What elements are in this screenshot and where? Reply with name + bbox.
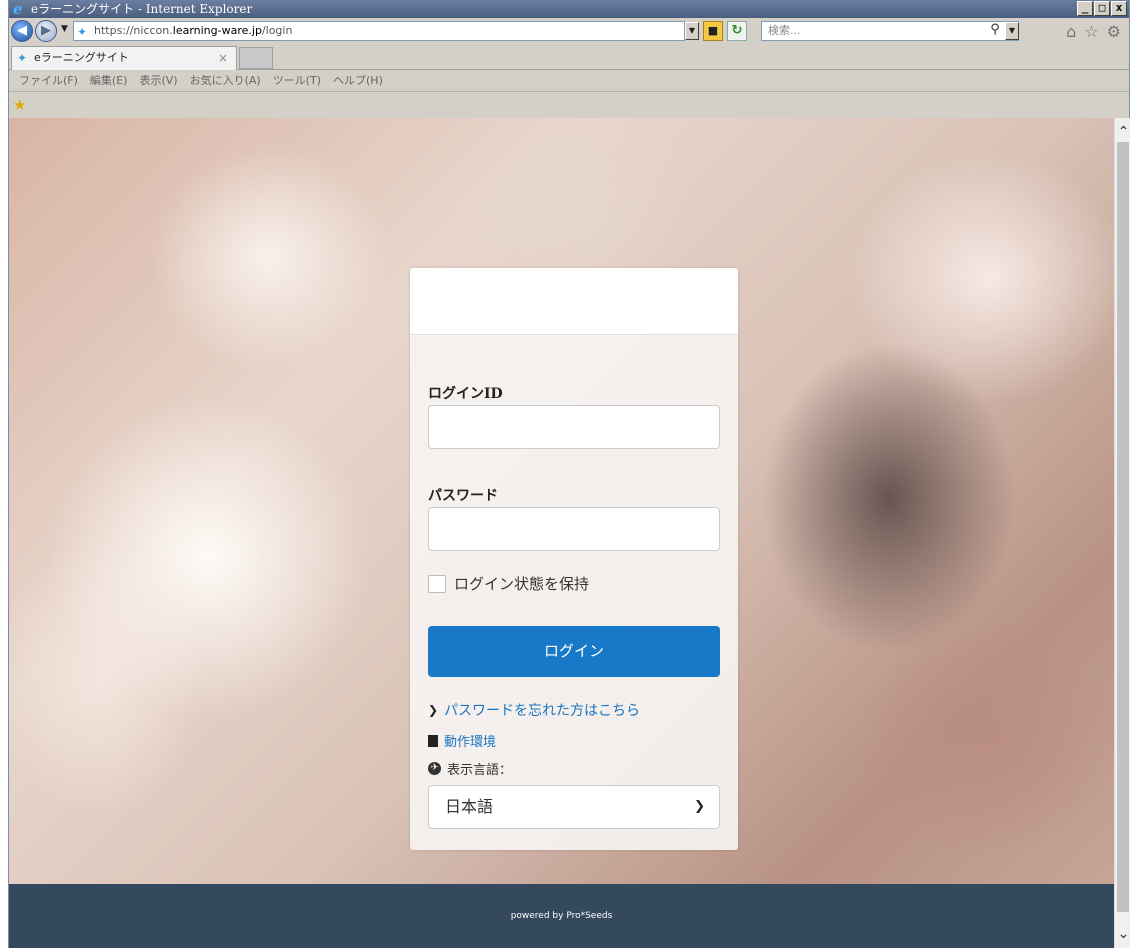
window-title: eラーニングサイト - Internet Explorer [31, 2, 253, 16]
page-content: ログインID パスワード ログイン状態を保持 ログイン ❯ パスワードを忘れた方… [9, 118, 1114, 948]
footer: powered by Pro*Seeds [9, 884, 1114, 948]
browser-window: e eラーニングサイト - Internet Explorer _ □ x ◀ … [8, 0, 1130, 948]
vertical-scrollbar[interactable]: ⌃ ⌄ [1114, 118, 1130, 948]
new-tab-button[interactable] [239, 47, 273, 69]
url-host: learning-ware.jp [172, 24, 262, 37]
language-label-row: ✈ 表示言語： [428, 759, 512, 778]
login-button[interactable]: ログイン [428, 626, 720, 677]
address-input[interactable]: ✦ https://niccon.learning-ware.jp/login [73, 21, 685, 41]
scroll-thumb[interactable] [1117, 142, 1129, 912]
password-label: パスワード [428, 488, 498, 504]
language-label: 表示言語： [447, 763, 513, 778]
close-button[interactable]: x [1111, 1, 1127, 16]
login-id-label: ログインID [428, 386, 503, 402]
globe-icon: ✈ [428, 762, 441, 775]
scroll-up-icon[interactable]: ⌃ [1115, 124, 1130, 140]
scroll-down-icon[interactable]: ⌄ [1115, 926, 1130, 942]
tab-elearning[interactable]: ✦ eラーニングサイト × [11, 46, 237, 70]
language-select[interactable]: 日本語 ❯ [428, 785, 720, 829]
address-dropdown-button[interactable]: ▼ [685, 22, 699, 40]
ie-logo-icon: e [13, 0, 23, 18]
search-dropdown-button[interactable]: ▼ [1005, 22, 1019, 40]
add-favorite-icon[interactable]: ★ [13, 96, 26, 114]
favorites-star-icon[interactable]: ☆ [1084, 22, 1098, 41]
menu-favorites[interactable]: お気に入り(A) [184, 70, 267, 91]
gear-icon[interactable]: ⚙ [1107, 22, 1121, 41]
password-input[interactable] [428, 507, 720, 551]
environment-text[interactable]: 動作環境 [444, 731, 496, 750]
forward-button[interactable]: ▶ [35, 20, 57, 42]
forgot-password-text[interactable]: パスワードを忘れた方はこちら [444, 700, 640, 720]
menu-edit[interactable]: 編集(E) [84, 70, 134, 91]
language-value: 日本語 [445, 797, 494, 816]
login-card-body: ログインID パスワード ログイン状態を保持 ログイン ❯ パスワードを忘れた方… [410, 335, 738, 850]
remember-login[interactable]: ログイン状態を保持 [428, 573, 589, 594]
remember-checkbox[interactable] [428, 574, 446, 593]
login-card-header [410, 268, 738, 335]
home-icon[interactable]: ⌂ [1066, 22, 1076, 41]
menu-file[interactable]: ファイル(F) [13, 70, 84, 91]
forgot-password-link[interactable]: ❯ パスワードを忘れた方はこちら [428, 700, 640, 720]
minimize-button[interactable]: _ [1077, 1, 1093, 16]
login-card: ログインID パスワード ログイン状態を保持 ログイン ❯ パスワードを忘れた方… [410, 268, 738, 850]
window-controls: _ □ x [1077, 1, 1127, 16]
url-prefix: https://niccon. [94, 24, 173, 37]
history-dropdown-icon[interactable]: ▼ [61, 24, 68, 34]
menu-view[interactable]: 表示(V) [133, 70, 183, 91]
url-path: /login [261, 24, 293, 37]
tab-close-icon[interactable]: × [218, 47, 228, 69]
document-icon [428, 734, 438, 747]
search-icon[interactable]: ⚲ [985, 21, 1005, 39]
search-input[interactable]: 検索... [761, 21, 1019, 41]
tab-row: ✦ eラーニングサイト × [9, 44, 1129, 70]
menu-help[interactable]: ヘルプ(H) [327, 70, 389, 91]
environment-link[interactable]: 動作環境 [428, 731, 496, 750]
title-bar: e eラーニングサイト - Internet Explorer _ □ x [9, 0, 1129, 18]
address-row: ◀ ▶ ▼ ✦ https://niccon.learning-ware.jp/… [9, 18, 1129, 44]
menu-bar: ファイル(F) 編集(E) 表示(V) お気に入り(A) ツール(T) ヘルプ(… [9, 70, 1129, 92]
tab-favicon-icon: ✦ [17, 51, 28, 65]
menu-tools[interactable]: ツール(T) [267, 70, 327, 91]
chevron-right-icon: ❯ [428, 703, 439, 717]
refresh-icon[interactable]: ↻ [727, 21, 747, 41]
remember-label: ログイン状態を保持 [454, 575, 590, 593]
site-favicon-icon: ✦ [77, 25, 88, 39]
maximize-button[interactable]: □ [1094, 1, 1110, 16]
toolbar-icons: ⌂ ☆ ⚙ [1066, 22, 1121, 41]
footer-text: powered by Pro*Seeds [510, 911, 613, 921]
favorites-bar: ★ [9, 92, 1129, 118]
login-id-input[interactable] [428, 405, 720, 449]
back-button[interactable]: ◀ [11, 20, 33, 42]
lock-icon[interactable]: ■ [703, 21, 723, 41]
tab-label: eラーニングサイト [34, 51, 129, 64]
chevron-down-icon: ❯ [694, 799, 705, 814]
